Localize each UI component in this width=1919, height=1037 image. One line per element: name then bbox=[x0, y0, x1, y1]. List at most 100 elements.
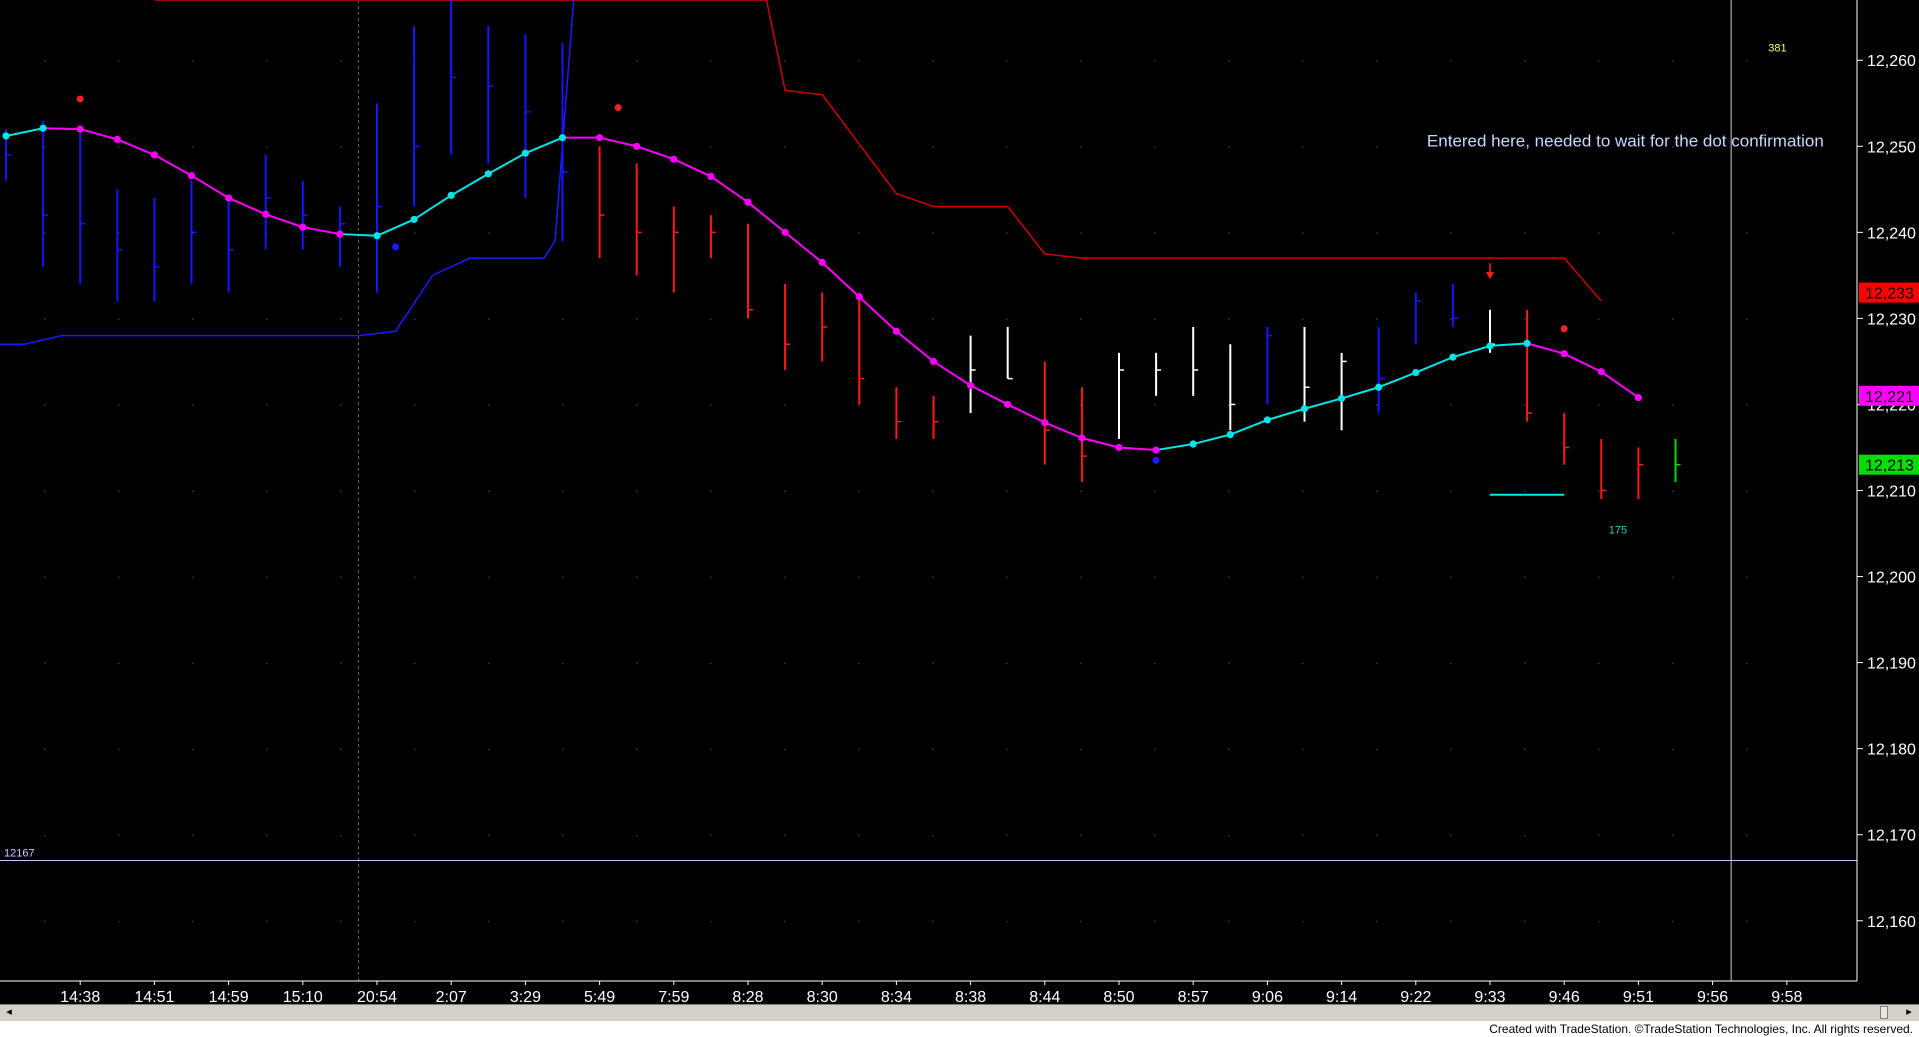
scroll-left-arrow-icon[interactable]: ◂ bbox=[2, 1006, 16, 1019]
grid-dot bbox=[266, 404, 268, 406]
grid-dot bbox=[858, 490, 860, 492]
scroll-right-arrow-icon[interactable]: ▸ bbox=[1902, 1006, 1916, 1019]
grid-dot bbox=[1746, 834, 1748, 837]
grid-dot bbox=[710, 576, 712, 579]
grid-dot bbox=[710, 662, 712, 665]
grid-dot bbox=[932, 146, 934, 148]
grid-dot bbox=[1376, 146, 1378, 148]
grid-dot bbox=[1006, 146, 1008, 148]
grid-dot bbox=[414, 318, 416, 320]
x-tick-label: 14:59 bbox=[209, 989, 249, 1004]
grid-dot bbox=[1672, 920, 1674, 923]
grid-dot bbox=[192, 404, 194, 406]
ohlc-bar bbox=[672, 206, 679, 293]
grid-dot bbox=[636, 920, 638, 923]
grid-dot bbox=[710, 920, 712, 923]
grid-dot bbox=[710, 834, 712, 837]
ma-point bbox=[76, 125, 84, 133]
grid-dot bbox=[1672, 404, 1674, 406]
grid-dot bbox=[192, 662, 194, 665]
signal-dot bbox=[1560, 325, 1568, 333]
grid-dot bbox=[118, 576, 120, 579]
grid-dot bbox=[1598, 662, 1600, 665]
ma-point bbox=[1226, 430, 1234, 439]
grid-dot bbox=[784, 662, 786, 665]
grid-dot bbox=[710, 748, 712, 751]
grid-dot bbox=[1376, 834, 1378, 837]
grid-dot bbox=[192, 60, 194, 62]
grid-dot bbox=[1376, 232, 1378, 234]
grid-dot bbox=[44, 490, 46, 492]
reference-line-group: 12167 bbox=[0, 848, 1857, 862]
ohlc-bar bbox=[858, 292, 865, 405]
ma-point bbox=[1486, 342, 1494, 350]
grid-dot bbox=[784, 490, 786, 492]
grid-dot bbox=[932, 318, 934, 320]
ohlc-bar bbox=[598, 146, 605, 259]
grid-dot bbox=[44, 146, 46, 148]
ma-point bbox=[1300, 405, 1309, 413]
grid-dot bbox=[266, 60, 268, 62]
x-tick-label: 5:49 bbox=[584, 989, 615, 1004]
grid-dot bbox=[932, 920, 934, 923]
grid-dot bbox=[1450, 60, 1452, 62]
ma-point bbox=[113, 135, 121, 144]
band-lines bbox=[0, 0, 1602, 345]
x-tick-label: 9:58 bbox=[1771, 989, 1802, 1004]
signal-dot bbox=[76, 95, 84, 103]
ohlc-bar bbox=[895, 387, 902, 439]
ma-segment bbox=[302, 226, 341, 236]
ma-segment bbox=[1044, 421, 1083, 439]
grid-dot bbox=[1524, 748, 1526, 751]
grid-dot bbox=[932, 490, 934, 492]
grid-dot bbox=[932, 576, 934, 579]
ma-point bbox=[707, 172, 715, 181]
grid-dot bbox=[340, 748, 342, 751]
price-chart[interactable]: 12167 Entered here, needed to wait for t… bbox=[0, 0, 1919, 1004]
grid-dot bbox=[1154, 146, 1156, 148]
grid-dot bbox=[1302, 662, 1304, 665]
ohlc-bars bbox=[5, 0, 1681, 500]
grid-dot bbox=[636, 490, 638, 492]
grid-dot bbox=[710, 146, 712, 148]
grid-dot bbox=[414, 404, 416, 406]
ma-point bbox=[1634, 393, 1642, 402]
grid-dot bbox=[1746, 60, 1748, 62]
grid-dot bbox=[1672, 662, 1674, 665]
grid-dot bbox=[1376, 662, 1378, 665]
ma-segment bbox=[1600, 370, 1639, 399]
scroll-thumb[interactable] bbox=[1880, 1006, 1888, 1019]
ma-point bbox=[1189, 440, 1197, 448]
horizontal-scrollbar[interactable]: ◂ ▸ bbox=[0, 1004, 1919, 1021]
grid-dot bbox=[1228, 60, 1230, 62]
ma-point bbox=[373, 232, 381, 240]
grid-dot bbox=[1154, 60, 1156, 62]
grid-dot bbox=[858, 834, 860, 837]
ohlc-bar bbox=[1674, 438, 1681, 482]
grid-dot bbox=[1006, 232, 1008, 234]
grid-dot bbox=[784, 60, 786, 62]
grid-dot bbox=[266, 748, 268, 751]
grid-dot bbox=[1302, 318, 1304, 320]
grid-dot bbox=[44, 576, 46, 579]
ma-segment bbox=[413, 194, 452, 221]
ma-point bbox=[1560, 350, 1568, 358]
grid-dot bbox=[1746, 920, 1748, 923]
ma-segment bbox=[79, 128, 118, 141]
grid-dot bbox=[340, 318, 342, 320]
sell-arrow-head bbox=[1486, 272, 1494, 280]
grid-dot bbox=[1302, 146, 1304, 148]
ohlc-bar bbox=[413, 25, 420, 207]
x-tick-label: 9:51 bbox=[1623, 989, 1654, 1004]
ma-point bbox=[39, 124, 47, 132]
ma-point bbox=[1041, 418, 1049, 427]
grid-dot bbox=[266, 662, 268, 665]
grid-dots bbox=[44, 60, 1748, 923]
grid-dot bbox=[562, 920, 564, 923]
ma-segment bbox=[376, 218, 415, 237]
grid-dot bbox=[1376, 920, 1378, 923]
grid-dot bbox=[784, 146, 786, 148]
ma-segment bbox=[747, 201, 786, 234]
ma-point bbox=[855, 293, 863, 301]
ma-segment bbox=[1155, 443, 1194, 452]
